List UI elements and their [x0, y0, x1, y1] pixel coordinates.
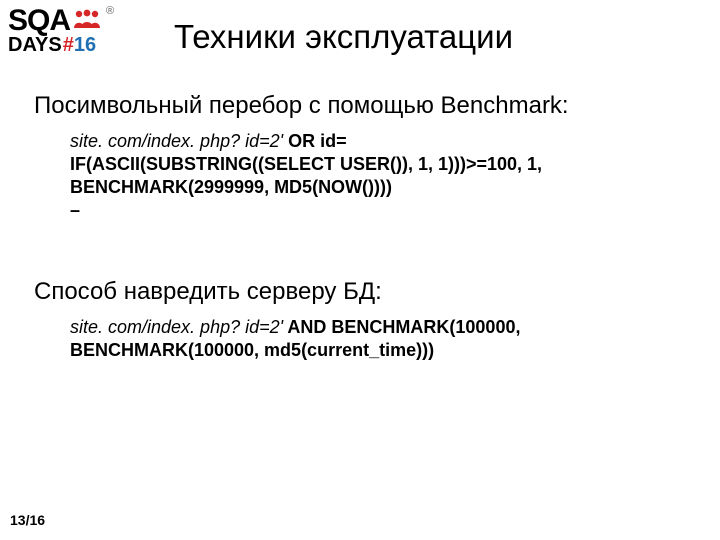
logo: SQA ® DAYS # 16: [8, 6, 138, 57]
logo-sqa-text: SQA: [8, 6, 70, 36]
section2-heading: Способ навредить серверу БД:: [34, 278, 382, 306]
code1-bold3: –: [70, 200, 80, 220]
registered-mark: ®: [106, 5, 114, 17]
code2-ital: site. com/index. php? id=2': [70, 317, 283, 337]
logo-number: 16: [74, 34, 96, 57]
logo-top-row: SQA ®: [8, 6, 138, 36]
code1-ital: site. com/index. php? id=2': [70, 131, 283, 151]
page-number: 13/16: [10, 512, 45, 528]
section1-code: site. com/index. php? id=2' OR id= IF(AS…: [70, 130, 670, 222]
section1-heading: Посимвольный перебор с помощью Benchmark…: [34, 92, 569, 120]
logo-days-text: DAYS: [8, 34, 62, 57]
code1-bold1: OR id=: [283, 131, 347, 151]
page-title: Техники эксплуатации: [174, 18, 513, 56]
logo-days-row: DAYS # 16: [8, 34, 138, 57]
code1-bold2: IF(ASCII(SUBSTRING((SELECT USER()), 1, 1…: [70, 154, 542, 197]
people-icon: [72, 8, 102, 30]
section2-code: site. com/index. php? id=2' AND BENCHMAR…: [70, 316, 690, 362]
logo-hash: #: [63, 34, 74, 57]
